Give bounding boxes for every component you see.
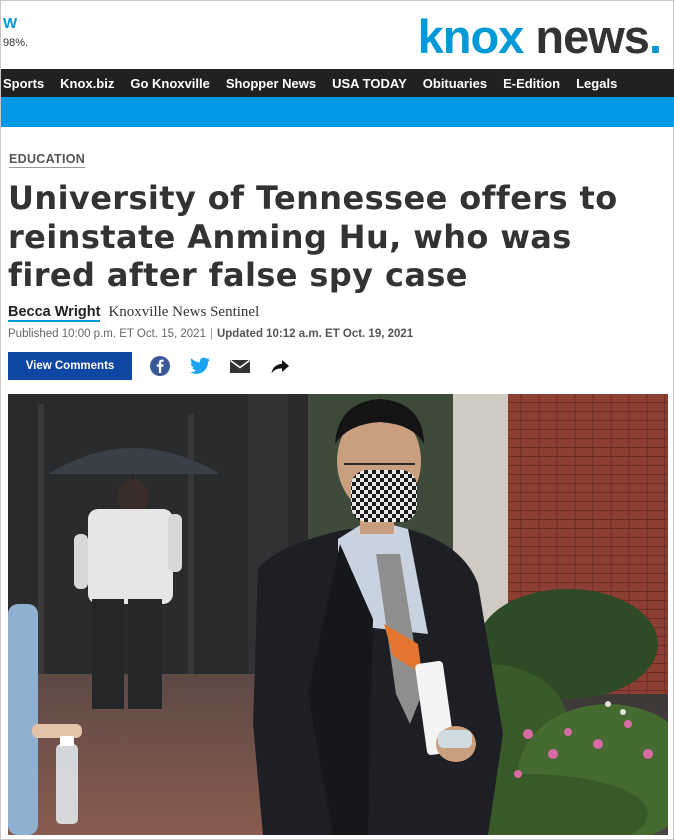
twitter-icon[interactable] xyxy=(189,355,211,377)
published-date: Published 10:00 p.m. ET Oct. 15, 2021 xyxy=(8,328,206,340)
logo-knox: knox xyxy=(417,10,525,63)
weather-label: W xyxy=(3,15,18,32)
weather-value: 98%. xyxy=(3,37,29,49)
logo-dot: . xyxy=(648,10,662,63)
facebook-icon[interactable] xyxy=(149,355,171,377)
site-logo[interactable]: knox news. xyxy=(417,9,662,65)
nav-item-sports[interactable]: Sports xyxy=(1,76,52,91)
nav-item-shopper-news[interactable]: Shopper News xyxy=(224,76,324,91)
weather-widget[interactable]: W 98%. xyxy=(3,16,28,50)
nav-item-go-knoxville[interactable]: Go Knoxville xyxy=(128,76,217,91)
view-comments-button[interactable]: View Comments xyxy=(8,352,132,380)
nav-item-legals[interactable]: Legals xyxy=(574,76,625,91)
nav-item-obituaries[interactable]: Obituaries xyxy=(421,76,495,91)
sub-nav-bar xyxy=(1,97,674,127)
share-arrow-icon[interactable] xyxy=(269,355,291,377)
logo-news: news xyxy=(523,10,650,63)
nav-item-usa-today[interactable]: USA TODAY xyxy=(330,76,415,91)
section-label[interactable]: EDUCATION xyxy=(9,151,86,168)
nav-item-e-edition[interactable]: E-Edition xyxy=(501,76,568,91)
date-separator: | xyxy=(209,328,213,340)
publication-name: Knoxville News Sentinel xyxy=(108,304,260,320)
updated-date: Updated 10:12 a.m. ET Oct. 19, 2021 xyxy=(216,328,414,340)
author-link[interactable]: Becca Wright xyxy=(8,304,101,322)
article-headline: University of Tennessee offers to reinst… xyxy=(8,179,618,294)
photo-illustration xyxy=(8,394,668,835)
article-dates: Published 10:00 p.m. ET Oct. 15, 2021 | Up… xyxy=(8,328,413,340)
main-nav: Sports Knox.biz Go Knoxville Shopper New… xyxy=(1,69,674,97)
email-icon[interactable] xyxy=(229,355,251,377)
share-bar xyxy=(149,355,309,377)
article-photo[interactable] xyxy=(8,394,668,835)
nav-item-knox-biz[interactable]: Knox.biz xyxy=(58,76,122,91)
byline: Becca Wright Knoxville News Sentinel xyxy=(8,304,260,322)
